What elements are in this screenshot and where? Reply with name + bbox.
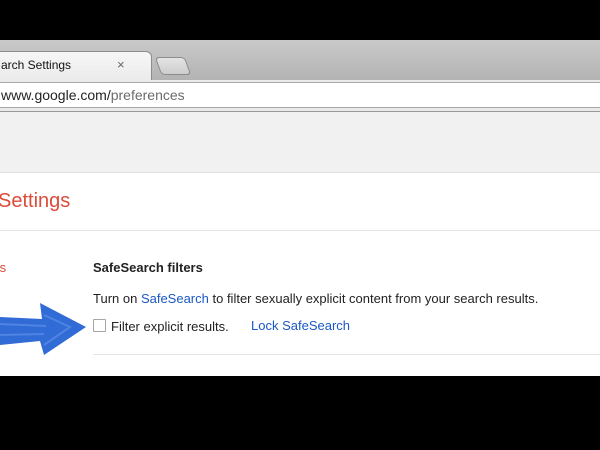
tab-settings[interactable]: arch Settings × bbox=[0, 51, 152, 80]
page-title: Settings bbox=[0, 190, 71, 212]
description-prefix: Turn on bbox=[93, 291, 141, 306]
sidebar-item-search-results[interactable]: ts bbox=[0, 260, 6, 275]
url-text: www.google.com/preferences bbox=[1, 87, 185, 103]
hand-drawn-arrow-icon bbox=[0, 303, 86, 355]
safesearch-description: Turn on SafeSearch to filter sexually ex… bbox=[93, 291, 538, 306]
filter-explicit-label[interactable]: Filter explicit results. bbox=[111, 319, 229, 334]
section-divider bbox=[93, 354, 600, 355]
header-divider bbox=[0, 230, 600, 231]
new-tab-button[interactable] bbox=[154, 57, 192, 75]
browser-window: arch Settings × www.google.com/preferenc… bbox=[0, 40, 600, 376]
section-title-safesearch: SafeSearch filters bbox=[93, 260, 203, 275]
close-icon[interactable]: × bbox=[117, 57, 125, 72]
url-path: preferences bbox=[110, 87, 185, 103]
toolbar: www.google.com/preferences bbox=[0, 80, 600, 112]
tab-strip: arch Settings × bbox=[0, 40, 600, 80]
filter-explicit-checkbox[interactable] bbox=[93, 319, 106, 332]
lock-safesearch-link[interactable]: Lock SafeSearch bbox=[251, 318, 350, 333]
description-suffix: to filter sexually explicit content from… bbox=[208, 291, 539, 306]
address-bar[interactable]: www.google.com/preferences bbox=[0, 82, 600, 108]
tab-title: arch Settings bbox=[1, 58, 72, 72]
filter-explicit-row: Filter explicit results. Lock SafeSearch bbox=[93, 318, 350, 334]
page-header-bar bbox=[0, 112, 600, 173]
safesearch-link[interactable]: SafeSearch bbox=[141, 291, 209, 306]
url-host: www.google.com/ bbox=[1, 87, 111, 103]
